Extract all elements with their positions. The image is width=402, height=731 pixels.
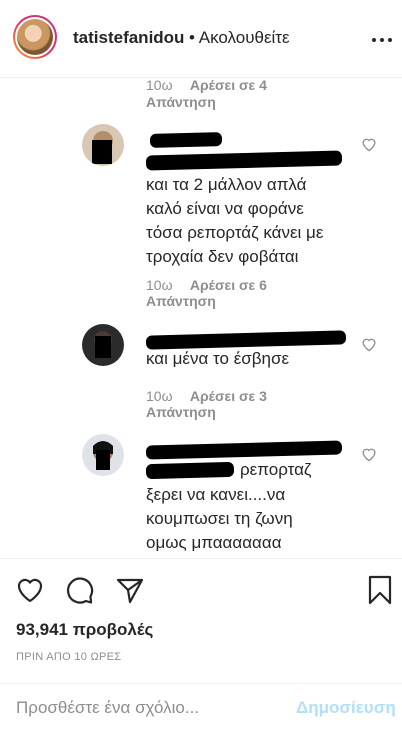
like-comment-icon[interactable] [360,336,378,352]
post-actions: 93,941 προβολές ΠΡΙΝ ΑΠΟ 10 ΩΡΕΣ [0,558,402,683]
post-timestamp[interactable]: ΠΡΙΝ ΑΠΟ 10 ΩΡΕΣ [16,651,121,663]
like-comment-icon[interactable] [360,136,378,152]
views-count[interactable]: 93,941 προβολές [16,620,153,640]
comments-thread[interactable]: 10ω Αρέσει σε 4 Απάντηση και τα 2 μάλλον… [0,78,402,558]
commenter-avatar[interactable] [82,324,124,366]
comment-time: 10ω [146,388,173,404]
comment-line: ομως μπααααααα [146,533,282,552]
mention-line: ρεπορταζ [145,457,356,483]
comment-line: ξερει να κανει....να [146,485,286,504]
comment-line: και τα 2 μάλλον απλά [146,175,307,194]
more-options-icon[interactable] [372,38,392,44]
share-icon[interactable] [114,574,146,606]
comment-username[interactable] [145,330,356,350]
comment-meta: 10ω Αρέσει σε 6 [146,277,267,294]
comment-likes[interactable]: Αρέσει σε 3 [190,388,267,404]
comment-time: 10ω [146,277,173,293]
comment-username[interactable] [145,440,356,460]
bookmark-icon[interactable] [364,574,396,606]
comment-line: κουμπωσει τη ζωνη [146,509,293,528]
profile-avatar[interactable] [13,15,57,59]
mention-line [145,147,356,173]
comment-text: και τα 2 μάλλον απλά καλό είναι να φοράν… [145,130,356,269]
comment-meta: 10ω Αρέσει σε 3 [146,388,267,405]
post-header: tatistefanidou • Ακολουθείτε [0,0,402,78]
comment-input[interactable] [16,696,276,720]
post-comment-button[interactable]: Δημοσίευση [296,698,396,718]
comment-username[interactable] [146,130,356,148]
comment-text: ρεπορταζ ξερει να κανει....να κουμπωσει … [145,440,356,555]
comment-text: και μένα το έσβησε [145,330,356,371]
commenter-avatar[interactable] [82,124,124,166]
comment-meta: 10ω Αρέσει σε 4 [146,78,267,94]
following-status[interactable]: • Ακολουθείτε [189,28,290,48]
comment-likes[interactable]: Αρέσει σε 4 [190,78,267,93]
profile-username[interactable]: tatistefanidou [73,28,184,48]
comment-line: και μένα το έσβησε [146,349,290,368]
comment-time: 10ω [146,78,173,93]
reply-link[interactable]: Απάντηση [146,94,216,111]
reply-link[interactable]: Απάντηση [146,404,216,421]
comment-line: τροχαία δεν φοβάται [146,247,299,266]
add-comment-bar: Δημοσίευση [0,683,402,731]
reply-link[interactable]: Απάντηση [146,293,216,310]
comment-line: καλό είναι να φοράνε [146,199,304,218]
heart-icon[interactable] [14,574,46,606]
comment-line: ρεπορταζ [240,460,312,479]
comment-line: τόσα ρεπορτάζ κάνει με [146,223,324,242]
comment-icon[interactable] [64,574,96,606]
comment-likes[interactable]: Αρέσει σε 6 [190,277,267,293]
like-comment-icon[interactable] [360,446,378,462]
commenter-avatar[interactable] [82,434,124,476]
